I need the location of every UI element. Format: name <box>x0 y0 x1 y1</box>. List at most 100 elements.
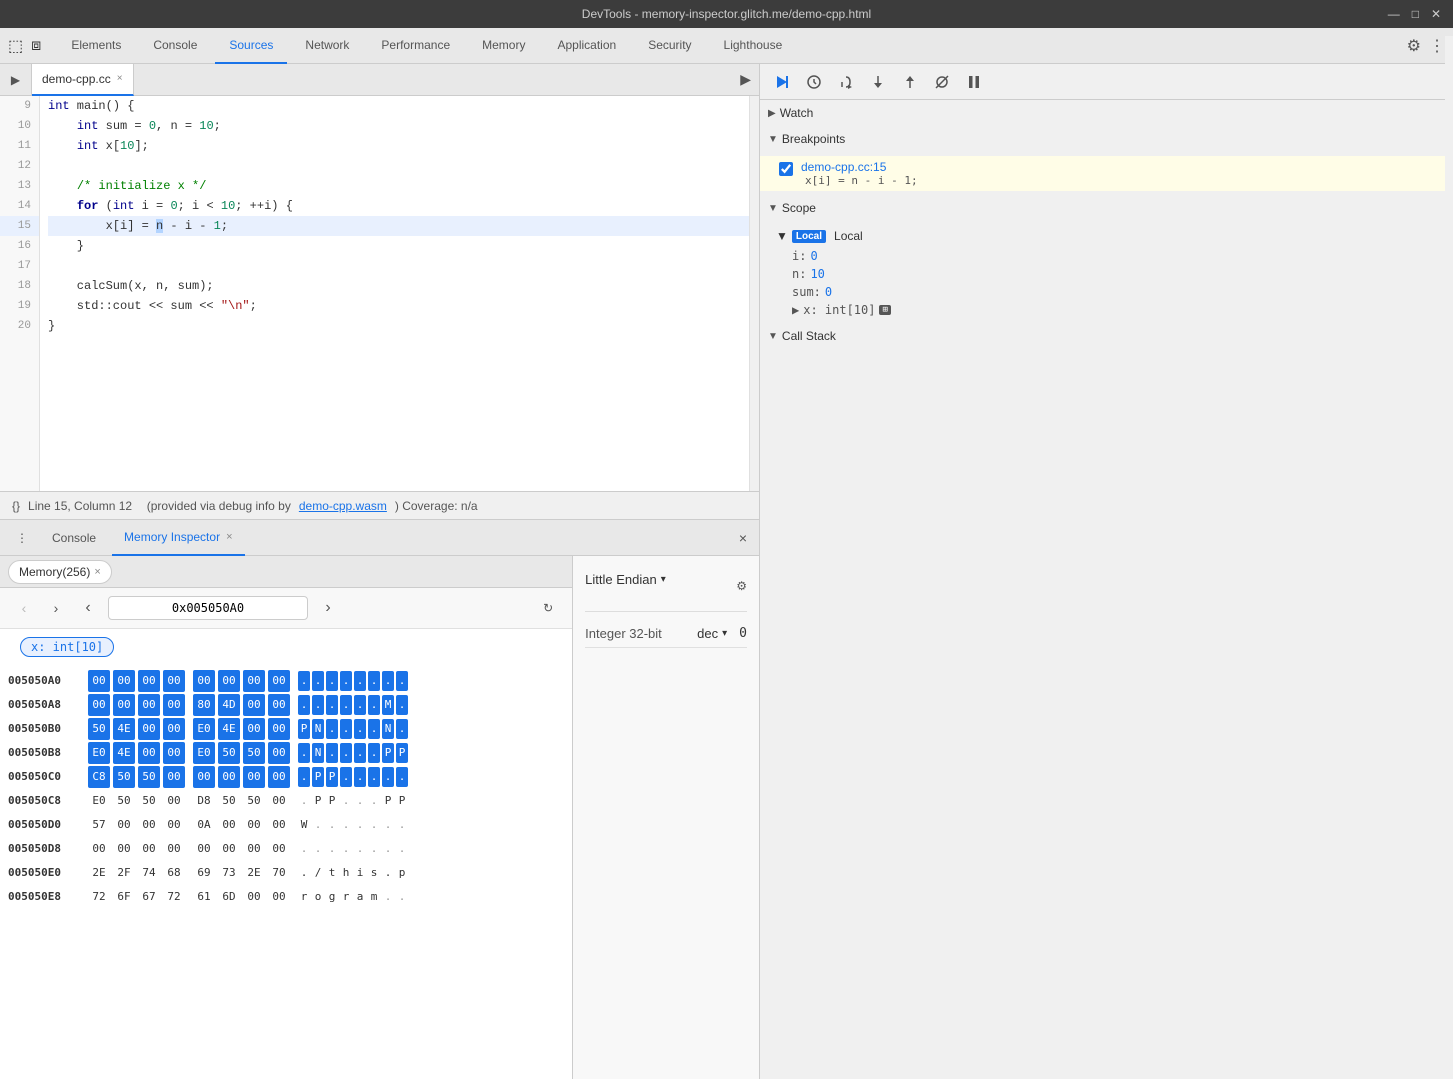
addr-forward-button[interactable]: › <box>44 596 68 620</box>
tab-memory-inspector[interactable]: Memory Inspector × <box>112 520 244 556</box>
addr-right-arrow[interactable]: › <box>316 596 340 620</box>
memory-row-0: 005050A0 00 00 00 00 00 00 <box>0 669 572 693</box>
tab-application[interactable]: Application <box>543 28 630 64</box>
addr-refresh-button[interactable]: ↻ <box>536 596 560 620</box>
settings-icon[interactable]: ⚙ <box>1407 36 1421 56</box>
devtools-icons: ⬚ ⧈ <box>8 36 41 56</box>
line-column-info: Line 15, Column 12 <box>28 499 132 513</box>
memory-inspector-content: Memory(256) × ‹ › ‹ › ↻ <box>0 556 759 1079</box>
memory-row-7: 005050D8 00 00 00 00 00 00 <box>0 837 572 861</box>
interp-format-selector[interactable]: dec ▾ <box>697 626 727 641</box>
file-tab-close[interactable]: × <box>117 73 123 84</box>
memory-row-9: 005050E8 72 6F 67 72 61 6D <box>0 885 572 909</box>
sidebar-toggle-icon: ▶ <box>11 73 20 87</box>
memory-row-1: 005050A8 00 00 00 00 80 4D <box>0 693 572 717</box>
window-title: DevTools - memory-inspector.glitch.me/de… <box>582 7 871 21</box>
device-toggle-icon[interactable]: ⧈ <box>31 37 41 55</box>
interp-type-label: Integer 32-bit <box>585 626 685 641</box>
debug-toolbar <box>760 64 1453 100</box>
breakpoint-item-0[interactable]: demo-cpp.cc:15 x[i] = n - i - 1; <box>760 156 1453 191</box>
breakpoints-section-header[interactable]: ▼ Breakpoints <box>760 126 1453 152</box>
memory-settings-icon[interactable]: ⚙ <box>736 579 747 593</box>
breakpoint-checkbox-0[interactable] <box>779 162 793 176</box>
step-out-button[interactable] <box>896 68 924 96</box>
file-tab-demo-cpp[interactable]: demo-cpp.cc × <box>32 64 134 96</box>
curly-brace-icon: {} <box>12 499 20 513</box>
code-content[interactable]: int main() { int sum = 0, n = 10; int x[… <box>40 96 749 491</box>
step-over-button[interactable] <box>832 68 860 96</box>
tab-security[interactable]: Security <box>634 28 705 64</box>
scope-var-sum: sum: 0 <box>760 283 1453 301</box>
call-stack-header[interactable]: ▼ Call Stack <box>760 323 1453 349</box>
scope-label: Scope <box>782 201 816 215</box>
watch-arrow-icon: ▶ <box>768 108 776 119</box>
interp-format-value: dec <box>697 626 718 641</box>
tab-console[interactable]: Console <box>139 28 211 64</box>
bottom-panel-close[interactable]: × <box>735 526 751 550</box>
step-into-button[interactable] <box>864 68 892 96</box>
code-line-9: int main() { <box>48 96 749 116</box>
tab-console-bottom[interactable]: Console <box>40 520 108 556</box>
wasm-link[interactable]: demo-cpp.wasm <box>299 499 387 513</box>
maximize-button[interactable]: □ <box>1412 7 1419 21</box>
memory-row-3: 005050B8 E0 4E 00 00 E0 50 <box>0 741 572 765</box>
addr-back-button[interactable]: ‹ <box>12 596 36 620</box>
right-sections: ▶ Watch ▼ Breakpoints demo-cpp.cc:15 <box>760 100 1453 1079</box>
scope-arrow-icon: ▼ <box>768 203 778 214</box>
more-options-icon[interactable]: ⋮ <box>1429 36 1445 56</box>
ascii-group: . . . . . . . . <box>298 671 408 691</box>
code-line-14: for (int i = 0; i < 10; ++i) { <box>48 196 749 216</box>
code-line-20: } <box>48 316 749 336</box>
right-scrollbar[interactable] <box>1445 64 1453 436</box>
local-badge: Local <box>792 230 826 243</box>
tab-network[interactable]: Network <box>291 28 363 64</box>
close-button[interactable]: ✕ <box>1431 7 1441 21</box>
bottom-more-icon[interactable]: ⋮ <box>8 524 36 552</box>
var-tag[interactable]: x: int[10] <box>20 637 114 657</box>
watch-section-header[interactable]: ▶ Watch <box>760 100 1453 126</box>
pause-on-exception-button[interactable] <box>800 68 828 96</box>
memory-row-5: 005050C8 E0 50 50 00 D8 50 <box>0 789 572 813</box>
scope-var-n: n: 10 <box>760 265 1453 283</box>
breakpoint-code: x[i] = n - i - 1; <box>801 174 1437 187</box>
tab-memory[interactable]: Memory <box>468 28 539 64</box>
cursor-icon[interactable]: ⬚ <box>8 36 23 56</box>
resume-button[interactable] <box>768 68 796 96</box>
bottom-panel: ⋮ Console Memory Inspector × × <box>0 519 759 1079</box>
memory-row-8: 005050E0 2E 2F 74 68 69 73 <box>0 861 572 885</box>
memory-256-tab[interactable]: Memory(256) × <box>8 560 112 584</box>
address-input[interactable] <box>108 596 308 620</box>
breakpoints-section: ▼ Breakpoints demo-cpp.cc:15 x[i] = n - … <box>760 126 1453 195</box>
addr-left-arrow[interactable]: ‹ <box>76 596 100 620</box>
var-tag-container: x: int[10] <box>0 629 572 665</box>
file-tab-name: demo-cpp.cc <box>42 72 111 86</box>
code-gutter: 9 10 11 12 13 14 15 16 17 18 19 20 <box>0 96 40 491</box>
tab-elements[interactable]: Elements <box>57 28 135 64</box>
tab-lighthouse[interactable]: Lighthouse <box>710 28 797 64</box>
tab-performance[interactable]: Performance <box>367 28 464 64</box>
memory-inspector-tab-close[interactable]: × <box>226 531 232 543</box>
file-menu-icon[interactable]: ▶ <box>740 71 751 88</box>
hex-group-1: 00 00 00 00 <box>88 670 185 692</box>
scope-local-header[interactable]: ▼ Local Local <box>760 225 1453 247</box>
scope-var-x[interactable]: ▶ x: int[10] ⊞ <box>760 301 1453 319</box>
deactivate-breakpoints-button[interactable] <box>928 68 956 96</box>
memory-subtab-label: Memory(256) <box>19 565 90 579</box>
scope-content: ▼ Local Local i: 0 n: 10 <box>760 221 1453 323</box>
pause-button[interactable] <box>960 68 988 96</box>
sidebar-toggle[interactable]: ▶ <box>0 64 32 96</box>
right-panel: ▶ Watch ▼ Breakpoints demo-cpp.cc:15 <box>760 64 1453 1079</box>
scope-section-header[interactable]: ▼ Scope <box>760 195 1453 221</box>
status-end: ) Coverage: n/a <box>395 499 478 513</box>
endian-selector[interactable]: Little Endian ▾ <box>585 568 666 591</box>
interp-format-chevron-icon: ▾ <box>722 628 727 639</box>
call-stack-section: ▼ Call Stack <box>760 323 1453 349</box>
minimize-button[interactable]: — <box>1388 7 1400 21</box>
watch-label: Watch <box>780 106 814 120</box>
local-arrow-icon: ▼ <box>776 229 788 243</box>
tab-sources[interactable]: Sources <box>215 28 287 64</box>
code-scrollbar[interactable] <box>749 96 759 491</box>
memory-subtab-close[interactable]: × <box>94 566 100 578</box>
left-panel: ▶ demo-cpp.cc × ▶ 9 10 11 12 13 14 <box>0 64 760 1079</box>
breakpoints-arrow-icon: ▼ <box>768 134 778 145</box>
